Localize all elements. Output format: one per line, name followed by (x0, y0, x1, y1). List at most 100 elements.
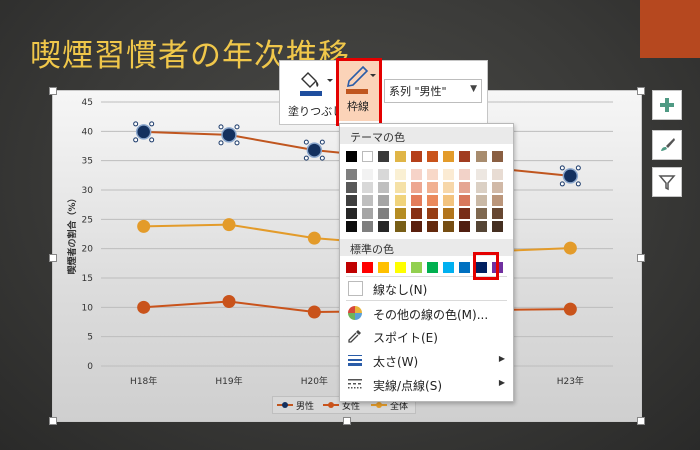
theme-shade-swatch[interactable] (427, 169, 438, 180)
standard-color-swatch[interactable] (378, 262, 390, 273)
weight-item[interactable]: 太さ(W) ▶ (340, 349, 513, 371)
theme-shade-swatch[interactable] (410, 195, 422, 206)
no-line-item[interactable]: 線なし(N) (340, 277, 513, 299)
theme-shade-swatch[interactable] (443, 169, 455, 180)
theme-shade-swatch[interactable] (427, 182, 438, 193)
data-point[interactable] (135, 124, 152, 140)
theme-shade-swatch[interactable] (459, 208, 471, 219)
standard-color-swatch[interactable] (443, 262, 455, 273)
standard-color-swatch[interactable] (362, 262, 374, 273)
theme-shade-swatch[interactable] (394, 221, 406, 232)
theme-color-swatch[interactable] (346, 151, 357, 162)
chart-filters-button[interactable] (652, 167, 682, 197)
theme-color-swatch[interactable] (459, 151, 471, 162)
theme-shade-swatch[interactable] (410, 169, 422, 180)
theme-shade-swatch[interactable] (394, 182, 406, 193)
standard-color-swatch[interactable] (410, 262, 422, 273)
more-colors-item[interactable]: その他の線の色(M)... (340, 302, 513, 324)
theme-shade-swatch[interactable] (346, 221, 357, 232)
theme-color-swatch[interactable] (378, 151, 390, 162)
theme-shade-swatch[interactable] (491, 208, 503, 219)
data-point[interactable] (307, 231, 321, 245)
theme-shade-swatch[interactable] (394, 169, 406, 180)
theme-color-swatch[interactable] (491, 151, 503, 162)
data-point[interactable] (307, 305, 321, 319)
theme-color-swatch[interactable] (362, 151, 374, 162)
theme-shade-swatch[interactable] (378, 208, 390, 219)
resize-handle-top-left[interactable] (49, 87, 57, 95)
theme-shade-swatch[interactable] (427, 195, 438, 206)
data-point[interactable] (221, 127, 237, 143)
x-tick-label: H20年 (301, 375, 328, 387)
theme-shade-swatch[interactable] (443, 221, 455, 232)
theme-shade-swatch[interactable] (491, 182, 503, 193)
theme-shade-swatch[interactable] (346, 169, 357, 180)
theme-shade-swatch[interactable] (346, 182, 357, 193)
data-point[interactable] (222, 294, 236, 308)
theme-shade-swatch[interactable] (491, 221, 503, 232)
dashes-item[interactable]: 実線/点線(S) ▶ (340, 373, 513, 395)
theme-shade-swatch[interactable] (346, 208, 357, 219)
theme-shade-swatch[interactable] (362, 221, 374, 232)
standard-color-swatch[interactable] (346, 262, 357, 273)
theme-shade-swatch[interactable] (362, 169, 374, 180)
data-point[interactable] (563, 241, 577, 255)
standard-color-swatch[interactable] (459, 262, 471, 273)
theme-shade-swatch[interactable] (475, 169, 487, 180)
standard-color-swatch[interactable] (394, 262, 406, 273)
data-point[interactable] (222, 218, 236, 232)
theme-shade-swatch[interactable] (362, 182, 374, 193)
fill-button[interactable]: 塗りつぶし (284, 65, 343, 121)
chart-elements-button[interactable] (652, 90, 682, 120)
theme-shade-swatch[interactable] (443, 195, 455, 206)
data-point[interactable] (137, 300, 151, 314)
theme-shade-swatch[interactable] (410, 182, 422, 193)
theme-shade-swatch[interactable] (378, 221, 390, 232)
theme-shade-swatch[interactable] (410, 208, 422, 219)
theme-shade-swatch[interactable] (410, 221, 422, 232)
theme-shade-swatch[interactable] (459, 195, 471, 206)
theme-color-swatch[interactable] (427, 151, 438, 162)
y-tick-label: 40 (82, 127, 94, 137)
format-mini-toolbar: 塗りつぶし 系列 "男性" ▼ (279, 60, 488, 125)
theme-shade-swatch[interactable] (427, 208, 438, 219)
resize-handle-right[interactable] (637, 254, 645, 262)
theme-shade-swatch[interactable] (443, 182, 455, 193)
resize-handle-bottom-left[interactable] (49, 417, 57, 425)
chart-styles-button[interactable] (652, 130, 682, 160)
theme-color-swatch[interactable] (443, 151, 455, 162)
resize-handle-bottom[interactable] (343, 417, 351, 425)
eyedropper-item[interactable]: スポイト(E) (340, 325, 513, 347)
theme-shade-swatch[interactable] (459, 221, 471, 232)
theme-shade-swatch[interactable] (362, 195, 374, 206)
theme-shade-swatch[interactable] (443, 208, 455, 219)
theme-shade-swatch[interactable] (475, 208, 487, 219)
resize-handle-left[interactable] (49, 254, 57, 262)
data-point[interactable] (137, 219, 151, 233)
theme-color-swatch[interactable] (410, 151, 422, 162)
theme-color-swatch[interactable] (394, 151, 406, 162)
theme-shade-swatch[interactable] (378, 169, 390, 180)
data-point[interactable] (563, 302, 577, 316)
theme-shade-swatch[interactable] (459, 182, 471, 193)
theme-shade-swatch[interactable] (475, 182, 487, 193)
resize-handle-bottom-right[interactable] (637, 417, 645, 425)
theme-shade-swatch[interactable] (475, 195, 487, 206)
theme-shade-swatch[interactable] (346, 195, 357, 206)
resize-handle-top-right[interactable] (637, 87, 645, 95)
theme-shade-swatch[interactable] (394, 195, 406, 206)
theme-color-swatch[interactable] (475, 151, 487, 162)
theme-shade-swatch[interactable] (394, 208, 406, 219)
series-select[interactable]: 系列 "男性" ▼ (384, 79, 482, 103)
data-point[interactable] (562, 168, 579, 184)
theme-shade-swatch[interactable] (475, 221, 487, 232)
standard-color-swatch[interactable] (427, 262, 438, 273)
theme-shade-swatch[interactable] (491, 169, 503, 180)
theme-shade-swatch[interactable] (378, 182, 390, 193)
data-point[interactable] (306, 142, 323, 158)
theme-shade-swatch[interactable] (378, 195, 390, 206)
theme-shade-swatch[interactable] (491, 195, 503, 206)
theme-shade-swatch[interactable] (459, 169, 471, 180)
theme-shade-swatch[interactable] (427, 221, 438, 232)
theme-shade-swatch[interactable] (362, 208, 374, 219)
